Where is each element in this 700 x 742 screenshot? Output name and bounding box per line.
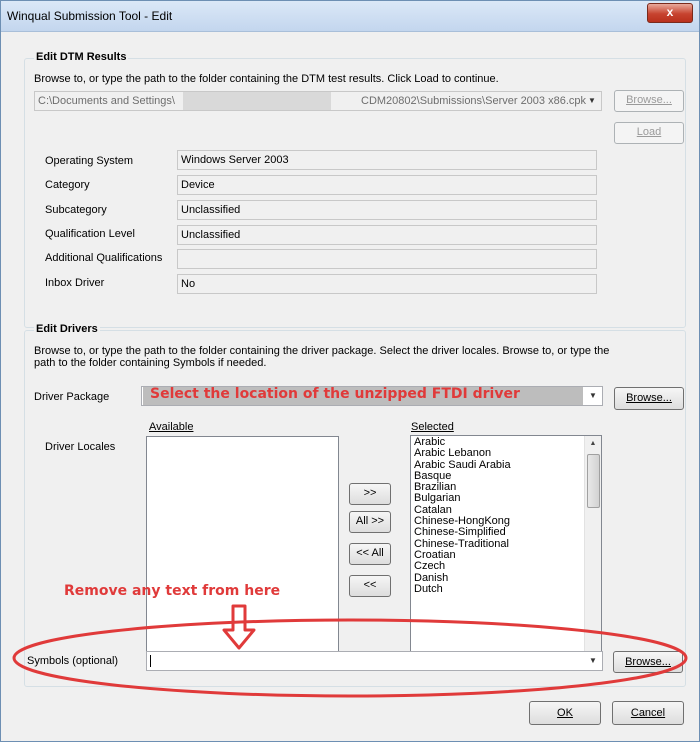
redacted-block	[183, 92, 331, 110]
dialog-body: Edit DTM Results Browse to, or type the …	[9, 32, 691, 734]
window-title: Winqual Submission Tool - Edit	[7, 9, 173, 23]
ok-button[interactable]: OK	[529, 701, 601, 725]
scroll-thumb[interactable]	[587, 454, 600, 508]
available-label: Available	[149, 421, 194, 433]
remove-text-annotation: Remove any text from here	[64, 583, 281, 599]
drivers-group-title: Edit Drivers	[34, 323, 100, 335]
selected-locales-items: Arabic Arabic Lebanon Arabic Saudi Arabia B…	[414, 436, 511, 595]
inbox-driver-label: Inbox Driver	[45, 277, 105, 289]
add-all-locales-button[interactable]: All >>	[349, 511, 391, 533]
dtm-group-title: Edit DTM Results	[34, 51, 129, 63]
drivers-description-line2: path to the folder containing Symbols if…	[34, 357, 267, 369]
driver-package-annotation: Select the location of the unzipped FTDI…	[150, 386, 520, 402]
remove-locale-button[interactable]: <<	[349, 575, 391, 597]
os-label: Operating System	[45, 155, 134, 167]
category-label: Category	[45, 179, 90, 191]
chevron-down-icon[interactable]: ▼	[585, 94, 599, 108]
dtm-description: Browse to, or type the path to the folde…	[34, 73, 499, 85]
remove-all-locales-button[interactable]: << All	[349, 543, 391, 565]
driver-browse-button[interactable]: Browse...	[614, 387, 684, 410]
title-bar[interactable]: Winqual Submission Tool - Edit x	[1, 1, 699, 32]
close-button[interactable]: x	[647, 3, 693, 23]
category-value: Device	[177, 175, 597, 195]
dtm-path-right: CDM20802\Submissions\Server 2003 x86.cpk	[361, 95, 587, 107]
list-item[interactable]: Arabic Lebanon	[414, 447, 511, 459]
scroll-up-icon[interactable]: ▲	[585, 436, 601, 452]
subcategory-value: Unclassified	[177, 200, 597, 220]
chevron-down-icon[interactable]: ▼	[586, 389, 600, 403]
add-locale-button[interactable]: >>	[349, 483, 391, 505]
cancel-button[interactable]: Cancel	[612, 701, 684, 725]
edit-dialog: Winqual Submission Tool - Edit x Edit DT…	[0, 0, 700, 742]
qualification-level-value: Unclassified	[177, 225, 597, 245]
dtm-browse-button[interactable]: Browse...	[614, 90, 684, 112]
qualification-level-label: Qualification Level	[45, 228, 135, 240]
list-item[interactable]: Dutch	[414, 583, 511, 595]
dtm-path-left: C:\Documents and Settings\	[38, 95, 175, 107]
additional-qualifications-label: Additional Qualifications	[45, 252, 163, 264]
driver-package-label: Driver Package	[34, 391, 110, 403]
additional-qualifications-value	[177, 249, 597, 269]
load-button[interactable]: Load	[614, 122, 684, 144]
selected-label: Selected	[411, 421, 454, 433]
highlight-ellipse	[12, 618, 688, 698]
list-item[interactable]: Czech	[414, 560, 511, 572]
close-icon: x	[666, 5, 674, 19]
inbox-driver-value: No	[177, 274, 597, 294]
subcategory-label: Subcategory	[45, 204, 107, 216]
driver-locales-label: Driver Locales	[45, 441, 116, 453]
list-item[interactable]: Chinese-Simplified	[414, 527, 511, 539]
os-value: Windows Server 2003	[177, 150, 597, 170]
